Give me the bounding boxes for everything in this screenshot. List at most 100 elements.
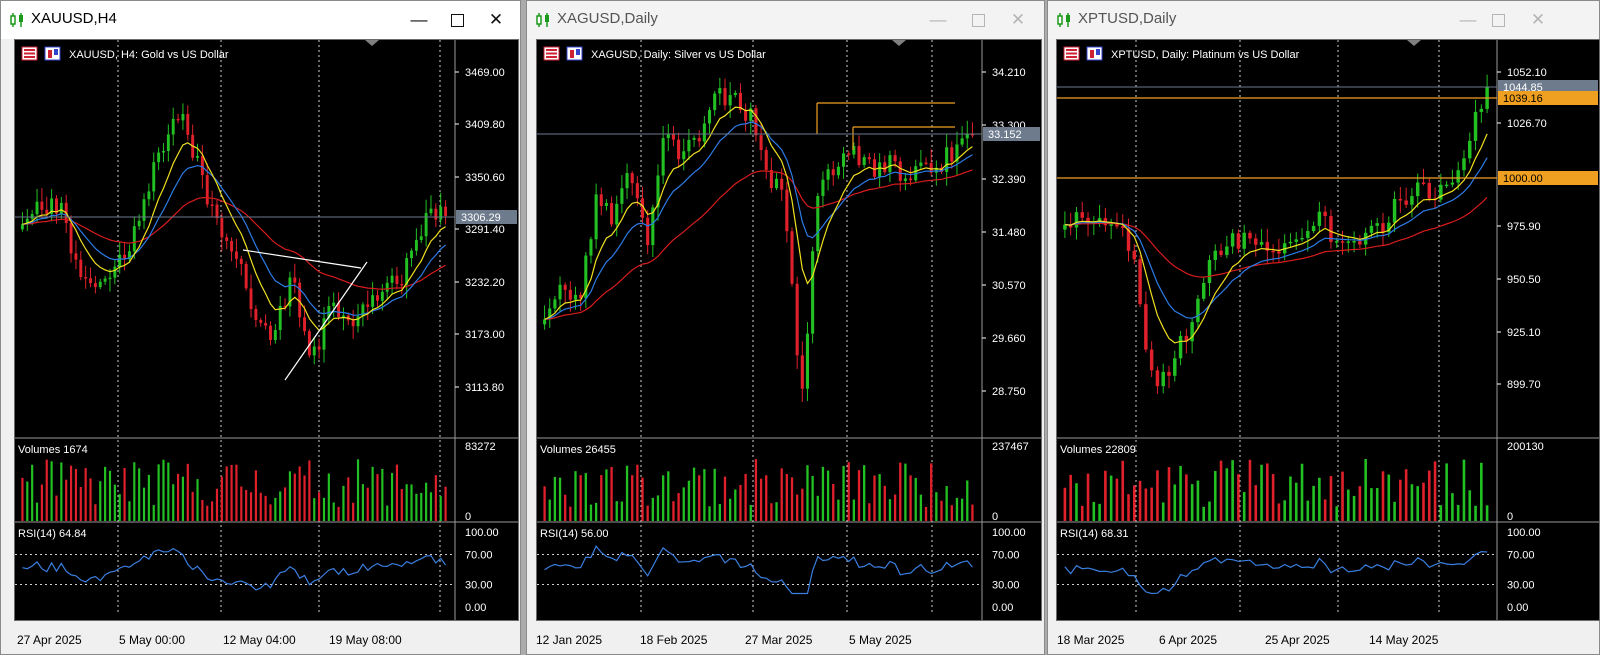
candle-body <box>137 220 141 227</box>
price-tick-label: 30.570 <box>992 280 1026 292</box>
candle-body <box>867 157 871 160</box>
price-tick-label: 1052.10 <box>1507 67 1547 79</box>
candlestick-icon <box>10 13 23 27</box>
candle-body <box>414 239 418 251</box>
candle-body <box>1277 251 1281 254</box>
volume-max-label: 237467 <box>992 441 1029 453</box>
candle-body <box>142 199 146 221</box>
price-chart[interactable]: 1052.10 1026.70 975.90 950.50 925.10 899.70 10… <box>1056 39 1600 621</box>
candle-body <box>1462 158 1466 171</box>
candle-body <box>351 320 355 327</box>
minimize-button[interactable]: — <box>1454 8 1482 32</box>
candle-body <box>702 123 706 142</box>
ma-slow-line <box>544 169 973 320</box>
chart-window-xagusd[interactable]: XAGUSD,Daily — ✕ 34.210 33.300 32.390 31.48… <box>526 0 1045 655</box>
candle-body <box>234 251 238 259</box>
candle-body <box>872 159 877 177</box>
candle-body <box>1404 200 1408 205</box>
candle-body <box>599 194 603 207</box>
candle-body <box>176 118 180 121</box>
candle-body <box>764 150 768 170</box>
maximize-button[interactable] <box>443 8 471 32</box>
candle-body <box>1120 226 1125 229</box>
rsi-tick-label: 100.00 <box>992 527 1026 539</box>
candle-body <box>878 162 882 177</box>
candlestick-icon <box>536 13 549 27</box>
candle-body <box>1173 358 1177 376</box>
candle-body <box>385 282 389 292</box>
candle-body <box>1236 233 1241 249</box>
candle-body <box>395 275 399 284</box>
candle-body <box>108 277 112 280</box>
candle-body <box>98 281 102 288</box>
price-chart[interactable]: 34.210 33.300 32.390 31.480 30.570 29.660 28.7… <box>536 39 1042 621</box>
symbol-settings-icon <box>1086 46 1103 61</box>
minimize-button[interactable]: — <box>924 8 952 32</box>
candle-body <box>69 223 73 254</box>
rsi-label: RSI(14) 68.31 <box>1060 528 1128 540</box>
rsi-tick-label: 100.00 <box>465 527 499 539</box>
chart-window-xauusd[interactable]: XAUUSD,H4 — ✕ 3469.00 3409.80 3350.60 3291.… <box>0 0 521 655</box>
rsi-tick-label: 70.00 <box>465 550 493 562</box>
time-label: 5 May 2025 <box>849 633 912 647</box>
price-tick-label: 3291.40 <box>465 224 505 236</box>
candle-body <box>1306 231 1310 238</box>
close-button[interactable]: ✕ <box>1524 8 1552 32</box>
symbol-settings-icon <box>566 46 583 61</box>
price-tick-label: 31.480 <box>992 227 1026 239</box>
candle-body <box>225 237 229 242</box>
window-titlebar[interactable]: XPTUSD,Daily — ✕ <box>1048 1 1599 39</box>
ma-fast-line <box>544 106 973 320</box>
candle-body <box>147 191 151 200</box>
candle-body <box>162 150 165 153</box>
current-price-label: 33.152 <box>988 129 1022 141</box>
candle-body <box>380 291 384 301</box>
candle-body <box>836 166 840 176</box>
rsi-tick-label: 0.00 <box>992 602 1013 614</box>
candle-body <box>1063 224 1067 230</box>
candle-body <box>707 110 712 124</box>
candle-body <box>259 320 263 323</box>
shift-marker-icon <box>892 40 906 46</box>
candle-body <box>558 284 562 300</box>
candle-body <box>1392 198 1397 223</box>
candle-body <box>1294 239 1298 242</box>
candle-body <box>157 152 161 163</box>
chart-window-xptusd[interactable]: XPTUSD,Daily — ✕ 1052.10 1026.70 975.90 950… <box>1047 0 1600 655</box>
candle-body <box>186 114 190 135</box>
close-button[interactable]: ✕ <box>482 8 510 32</box>
rsi-label: RSI(14) 56.00 <box>540 528 608 540</box>
candle-body <box>1311 225 1316 232</box>
symbol-settings-icon <box>44 46 61 61</box>
candle-body <box>434 208 438 220</box>
maximize-button[interactable] <box>1484 8 1512 32</box>
candle-body <box>1201 282 1206 299</box>
current-price-label: 3306.29 <box>461 212 501 224</box>
chart-symbol-label: XAUUSD, H4: Gold vs US Dollar <box>69 49 229 61</box>
candle-body <box>390 275 394 283</box>
candle-body <box>687 139 691 152</box>
price-chart[interactable]: 3469.00 3409.80 3350.60 3291.40 3232.20 3173.… <box>14 39 519 621</box>
minimize-button[interactable]: — <box>405 8 433 32</box>
candle-body <box>744 109 748 121</box>
rsi-tick-label: 100.00 <box>1507 527 1541 539</box>
maximize-button[interactable] <box>964 8 992 32</box>
candle-body <box>713 93 717 111</box>
window-titlebar[interactable]: XAGUSD,Daily — ✕ <box>527 1 1044 39</box>
candle-body <box>20 224 24 230</box>
candle-body <box>1346 241 1351 243</box>
chart-symbol-label: XPTUSD, Daily: Platinum vs US Dollar <box>1111 49 1300 61</box>
candle-body <box>166 134 170 151</box>
candle-body <box>677 139 681 160</box>
candle-body <box>132 226 136 252</box>
candle-body <box>903 178 907 181</box>
close-button[interactable]: ✕ <box>1004 8 1032 32</box>
candle-body <box>244 263 248 289</box>
window-titlebar[interactable]: XAUUSD,H4 — ✕ <box>1 1 520 39</box>
candle-body <box>40 201 44 210</box>
shift-marker-icon <box>1407 40 1421 46</box>
candle-body <box>811 251 815 334</box>
candle-body <box>625 173 629 189</box>
candle-body <box>960 138 964 145</box>
candle-body <box>857 146 861 165</box>
